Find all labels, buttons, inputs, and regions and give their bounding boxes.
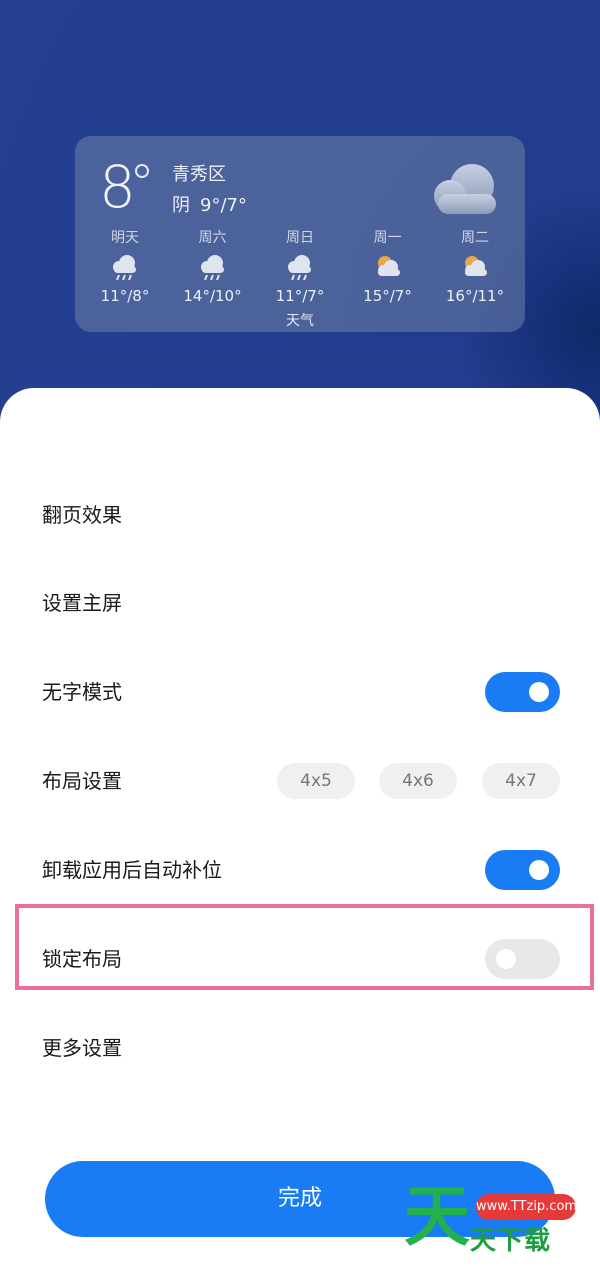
degree-icon <box>135 164 149 178</box>
current-condition: 阴 9°/7° <box>172 191 247 217</box>
setting-page-turn-effect[interactable]: 翻页效果 <box>0 485 600 545</box>
partly-cloudy-icon <box>348 248 428 286</box>
city-name: 青秀区 <box>172 164 226 185</box>
cloud-icon <box>434 164 496 214</box>
toggle-knob <box>529 682 549 702</box>
forecast-day: 周一 15°/7° <box>348 228 428 308</box>
setting-set-home-screen[interactable]: 设置主屏 <box>0 573 600 633</box>
rain-icon <box>173 248 253 286</box>
forecast-day-name: 周二 <box>461 230 489 246</box>
watermark-text: 天下载 <box>470 1226 552 1256</box>
forecast-day: 周日 11°/7° <box>260 228 340 308</box>
highlight-box <box>15 904 594 990</box>
forecast-range: 16°/11° <box>445 287 505 305</box>
partly-cloudy-icon <box>435 248 515 286</box>
layout-option-4x7[interactable]: 4x7 <box>482 763 560 799</box>
setting-layout: 布局设置 4x5 4x6 4x7 <box>0 751 600 811</box>
condition-range: 9°/7° <box>200 195 247 216</box>
forecast-day-name: 周六 <box>198 230 227 246</box>
watermark-url: www.TTzip.com <box>476 1194 577 1220</box>
forecast-day-name: 周日 <box>286 230 314 246</box>
setting-label: 设置主屏 <box>42 591 122 615</box>
forecast-day-name: 周一 <box>373 230 402 246</box>
weather-widget[interactable]: 8 青秀区 阴 9°/7° 明天 11°/8° 周六 14°/10° 周日 11… <box>75 136 525 332</box>
rain-icon <box>260 248 340 286</box>
forecast-day: 周六 14°/10° <box>173 228 253 308</box>
setting-label: 翻页效果 <box>42 503 122 527</box>
setting-label: 无字模式 <box>42 680 122 704</box>
no-text-mode-toggle[interactable] <box>485 672 560 712</box>
setting-auto-fill: 卸载应用后自动补位 <box>0 840 600 900</box>
setting-more-settings[interactable]: 更多设置 <box>0 1018 600 1078</box>
condition-text: 阴 <box>172 195 190 216</box>
toggle-knob <box>529 860 549 880</box>
current-temperature: 8 <box>99 153 136 221</box>
forecast-day: 周二 16°/11° <box>435 228 515 308</box>
layout-option-4x6[interactable]: 4x6 <box>379 763 457 799</box>
forecast-day-name: 明天 <box>111 230 139 246</box>
rain-icon <box>85 248 165 286</box>
forecast-range: 11°/8° <box>100 287 150 305</box>
watermark-logo: 天 <box>404 1178 470 1255</box>
forecast-list: 明天 11°/8° 周六 14°/10° 周日 11°/7° 周一 15°/7°… <box>85 228 515 308</box>
widget-label: 天气 <box>286 313 314 329</box>
setting-label: 更多设置 <box>42 1036 122 1060</box>
forecast-range: 14°/10° <box>183 287 242 305</box>
forecast-day: 明天 11°/8° <box>85 228 165 308</box>
setting-label: 卸载应用后自动补位 <box>42 858 222 882</box>
forecast-range: 11°/7° <box>275 287 325 305</box>
layout-option-4x5[interactable]: 4x5 <box>277 763 355 799</box>
setting-label: 布局设置 <box>42 769 122 793</box>
setting-no-text-mode: 无字模式 <box>0 662 600 722</box>
auto-fill-toggle[interactable] <box>485 850 560 890</box>
forecast-range: 15°/7° <box>363 287 412 305</box>
